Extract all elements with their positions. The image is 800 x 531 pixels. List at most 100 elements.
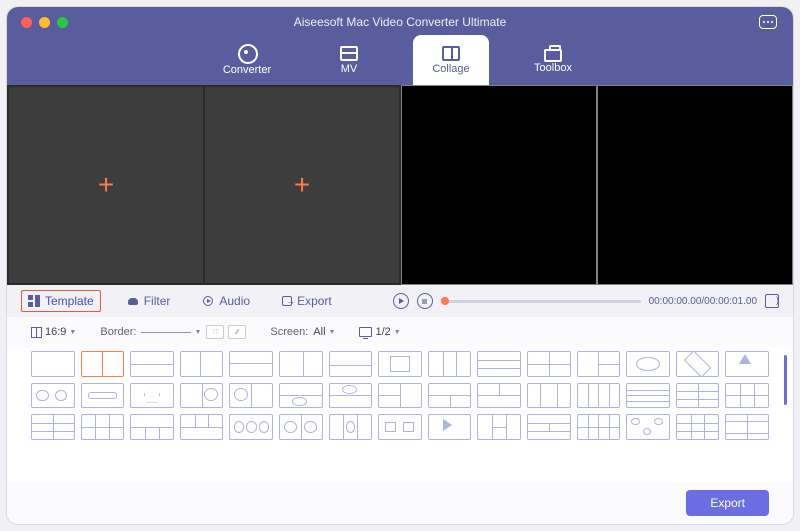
template-thumb[interactable] bbox=[130, 414, 174, 440]
nav-mv[interactable]: MV bbox=[311, 35, 387, 85]
subtab-label: Filter bbox=[144, 294, 171, 308]
template-thumb[interactable] bbox=[527, 351, 571, 377]
border-width-dropdown[interactable] bbox=[141, 329, 201, 336]
template-thumb[interactable] bbox=[81, 414, 125, 440]
template-thumb[interactable] bbox=[725, 414, 769, 440]
template-thumb[interactable] bbox=[180, 414, 224, 440]
scrollbar[interactable] bbox=[784, 355, 787, 405]
toolbox-icon bbox=[544, 49, 562, 62]
template-thumb[interactable] bbox=[229, 351, 273, 377]
template-grid-wrap bbox=[7, 347, 793, 482]
nav-converter[interactable]: Converter bbox=[209, 35, 285, 85]
seek-bar[interactable] bbox=[441, 300, 641, 303]
ratio-icon bbox=[31, 327, 42, 338]
template-thumb[interactable] bbox=[725, 351, 769, 377]
template-thumb[interactable] bbox=[378, 351, 422, 377]
subtab-export[interactable]: Export bbox=[276, 291, 338, 311]
template-options: 16:9 Border: ∷ ∕∕ Screen: All 1/2 bbox=[7, 317, 793, 347]
template-thumb[interactable] bbox=[577, 414, 621, 440]
drop-slot-2[interactable]: + bbox=[204, 86, 400, 284]
template-thumb[interactable] bbox=[577, 383, 621, 409]
subtabs-bar: Template Filter Audio Export 00:00:00.00… bbox=[7, 285, 793, 317]
collage-drop-area: + + bbox=[7, 85, 401, 285]
template-thumb[interactable] bbox=[229, 383, 273, 409]
subtab-template[interactable]: Template bbox=[21, 290, 101, 312]
template-thumb[interactable] bbox=[31, 351, 75, 377]
aspect-ratio-dropdown[interactable]: 16:9 bbox=[31, 326, 76, 338]
nav-label: Toolbox bbox=[534, 62, 572, 74]
subtab-audio[interactable]: Audio bbox=[196, 291, 256, 311]
volume-icon[interactable] bbox=[765, 294, 779, 308]
playback-time: 00:00:00.00/00:00:01.00 bbox=[649, 296, 757, 307]
screen-dropdown[interactable]: All bbox=[313, 326, 335, 338]
border-style-group: ∷ ∕∕ bbox=[206, 325, 246, 339]
template-thumb[interactable] bbox=[180, 383, 224, 409]
border-style-hatched[interactable]: ∕∕ bbox=[228, 325, 246, 339]
nav-collage[interactable]: Collage bbox=[413, 35, 489, 85]
preview-slot-2 bbox=[597, 85, 793, 285]
template-thumb[interactable] bbox=[31, 414, 75, 440]
subtab-label: Export bbox=[297, 294, 332, 308]
template-thumb[interactable] bbox=[428, 351, 472, 377]
audio-icon bbox=[202, 295, 214, 307]
template-thumb[interactable] bbox=[676, 351, 720, 377]
template-thumb[interactable] bbox=[477, 383, 521, 409]
template-thumb[interactable] bbox=[577, 351, 621, 377]
converter-icon bbox=[237, 44, 257, 62]
template-thumb[interactable] bbox=[329, 414, 373, 440]
footer: Export bbox=[7, 482, 793, 524]
template-thumb[interactable] bbox=[229, 414, 273, 440]
nav-label: MV bbox=[341, 63, 358, 75]
export-button[interactable]: Export bbox=[686, 490, 769, 516]
subtab-filter[interactable]: Filter bbox=[121, 291, 177, 311]
nav-label: Collage bbox=[432, 63, 469, 75]
split-dropdown[interactable]: 1/2 bbox=[359, 326, 400, 338]
template-thumb[interactable] bbox=[725, 383, 769, 409]
nav-toolbox[interactable]: Toolbox bbox=[515, 35, 591, 85]
template-thumb[interactable] bbox=[428, 383, 472, 409]
template-thumb[interactable] bbox=[130, 383, 174, 409]
template-thumb[interactable] bbox=[180, 351, 224, 377]
template-thumb[interactable] bbox=[329, 383, 373, 409]
workspace: + + bbox=[7, 85, 793, 285]
template-thumb[interactable] bbox=[31, 383, 75, 409]
template-thumb[interactable] bbox=[676, 383, 720, 409]
template-thumb[interactable] bbox=[527, 414, 571, 440]
export-icon bbox=[282, 296, 292, 306]
stop-button[interactable] bbox=[417, 293, 433, 309]
template-thumb[interactable] bbox=[477, 414, 521, 440]
template-thumb[interactable] bbox=[626, 351, 670, 377]
nav-label: Converter bbox=[223, 64, 271, 76]
screen-label: Screen: bbox=[270, 326, 308, 338]
template-thumb[interactable] bbox=[279, 383, 323, 409]
preview-player: 00:00:00.00/00:00:01.00 bbox=[393, 293, 779, 309]
template-thumb[interactable] bbox=[626, 383, 670, 409]
border-style-dotted[interactable]: ∷ bbox=[206, 325, 224, 339]
feedback-icon[interactable] bbox=[759, 15, 777, 29]
template-icon bbox=[28, 295, 40, 307]
template-thumb[interactable] bbox=[626, 414, 670, 440]
template-thumb[interactable] bbox=[81, 351, 125, 377]
play-button[interactable] bbox=[393, 293, 409, 309]
subtab-label: Audio bbox=[219, 294, 250, 308]
border-option: Border: ∷ ∕∕ bbox=[100, 325, 246, 339]
border-label: Border: bbox=[100, 326, 136, 338]
preview-area bbox=[401, 85, 793, 285]
titlebar: Aiseesoft Mac Video Converter Ultimate C… bbox=[7, 7, 793, 85]
template-thumb[interactable] bbox=[428, 414, 472, 440]
preview-slot-1 bbox=[401, 85, 597, 285]
template-thumb[interactable] bbox=[477, 351, 521, 377]
drop-slot-1[interactable]: + bbox=[8, 86, 204, 284]
template-thumb[interactable] bbox=[81, 383, 125, 409]
template-thumb[interactable] bbox=[329, 351, 373, 377]
template-thumb[interactable] bbox=[676, 414, 720, 440]
subtab-label: Template bbox=[45, 294, 94, 308]
template-grid bbox=[31, 351, 769, 440]
template-thumb[interactable] bbox=[378, 414, 422, 440]
template-thumb[interactable] bbox=[279, 351, 323, 377]
app-window: Aiseesoft Mac Video Converter Ultimate C… bbox=[6, 6, 794, 525]
template-thumb[interactable] bbox=[279, 414, 323, 440]
template-thumb[interactable] bbox=[378, 383, 422, 409]
template-thumb[interactable] bbox=[130, 351, 174, 377]
template-thumb[interactable] bbox=[527, 383, 571, 409]
